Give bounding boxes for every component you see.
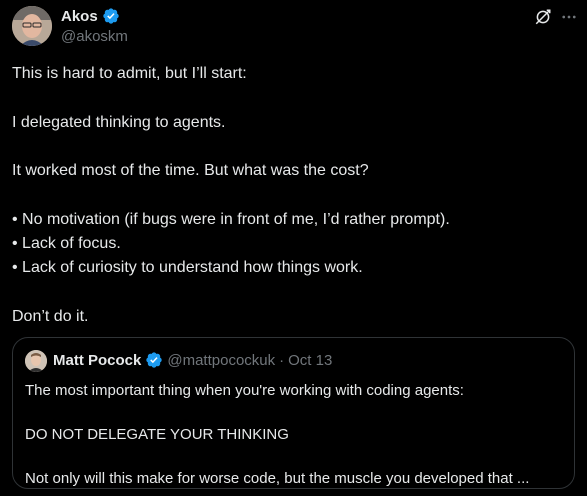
quoted-date[interactable]: Oct 13 <box>288 352 332 369</box>
quoted-line: Not only will this make for worse code, … <box>25 470 530 487</box>
verified-badge-icon <box>103 8 119 24</box>
quoted-author-handle: @mattpocockuk <box>167 351 276 369</box>
grok-icon[interactable] <box>534 8 552 26</box>
separator-dot: · <box>279 351 285 369</box>
tweet-text: This is hard to admit, but I’ll start: I… <box>12 62 572 329</box>
quoted-author-avatar <box>25 350 47 372</box>
tweet-bullet: • No motivation (if bugs were in front o… <box>12 210 450 228</box>
author-handle[interactable]: @akoskm <box>61 28 128 45</box>
tweet-line: This is hard to admit, but I’ll start: <box>12 65 247 82</box>
tweet-line: It worked most of the time. But what was… <box>12 162 369 180</box>
author-avatar[interactable] <box>12 6 52 46</box>
quoted-header: Matt Pocock @mattpocockuk · Oct 13 <box>53 351 332 369</box>
author-avatar-image <box>12 6 52 46</box>
quoted-line: DO NOT DELEGATE YOUR THINKING <box>25 426 289 443</box>
tweet-card[interactable]: Akos @akoskm This is hard to admit, but … <box>0 0 587 496</box>
quoted-author-name[interactable]: Matt Pocock <box>53 352 141 369</box>
quoted-line: The most important thing when you're wor… <box>25 382 464 399</box>
tweet-line: Don’t do it. <box>12 307 89 325</box>
verified-badge-icon <box>146 352 163 368</box>
author-name[interactable]: Akos <box>61 8 98 25</box>
author-name-row: Akos <box>61 6 120 26</box>
quoted-tweet[interactable]: Matt Pocock @mattpocockuk · Oct 13 The m… <box>12 337 575 489</box>
quoted-text: The most important thing when you're wor… <box>25 380 565 490</box>
quoted-avatar-image <box>25 350 47 372</box>
more-options-icon[interactable] <box>560 8 578 26</box>
tweet-bullet: • Lack of curiosity to understand how th… <box>12 259 363 277</box>
tweet-line: I delegated thinking to agents. <box>12 113 226 131</box>
tweet-bullet: • Lack of focus. <box>12 235 121 253</box>
